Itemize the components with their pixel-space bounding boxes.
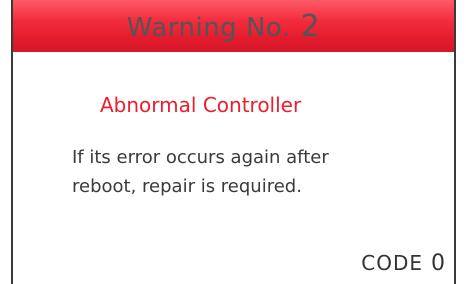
frame-right-border <box>454 0 456 284</box>
error-message-line-1: If its error occurs again after <box>72 147 329 168</box>
code-value: 0 <box>431 251 446 276</box>
warning-number: 2 <box>300 8 321 44</box>
warning-header: Warning No. 2 <box>13 0 454 52</box>
error-message-line-2: reboot, repair is required. <box>72 176 302 197</box>
warning-label: Warning No. <box>126 12 291 43</box>
error-title: Abnormal Controller <box>100 93 302 117</box>
error-code: CODE 0 <box>361 251 446 276</box>
warning-title: Warning No. 2 <box>127 9 320 44</box>
warning-screen: Warning No. 2 Abnormal Controller If its … <box>0 0 466 284</box>
error-message: If its error occurs again after reboot, … <box>72 143 432 201</box>
code-label: CODE <box>361 251 423 275</box>
